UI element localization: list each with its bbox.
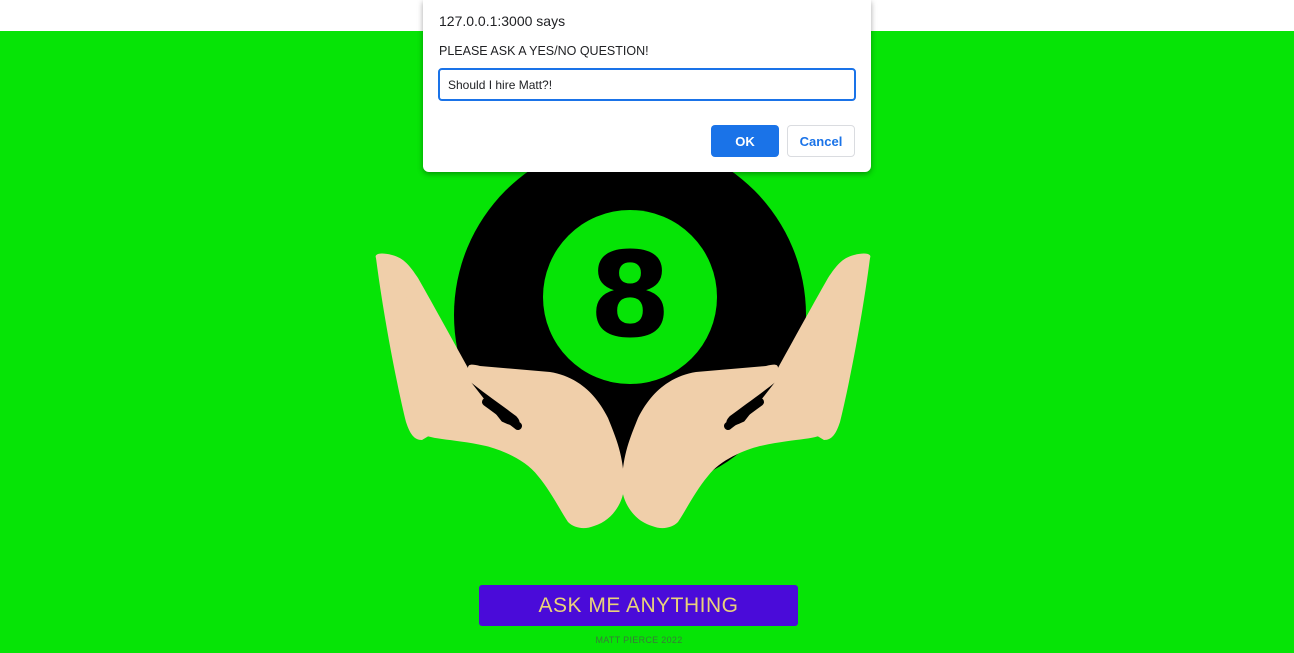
cancel-button[interactable]: Cancel — [787, 125, 855, 157]
ask-me-anything-button[interactable]: ASK ME ANYTHING — [479, 585, 798, 626]
magic-8-ball-illustration: 8 — [375, 150, 871, 529]
dialog-origin-title: 127.0.0.1:3000 says — [439, 13, 566, 29]
footer-credit: MATT PIERCE 2022 — [595, 635, 683, 645]
ok-button[interactable]: OK — [711, 125, 779, 157]
ball-number: 8 — [589, 226, 671, 364]
dialog-message: PLEASE ASK A YES/NO QUESTION! — [439, 44, 649, 58]
question-input[interactable] — [438, 68, 856, 101]
prompt-dialog: 127.0.0.1:3000 says PLEASE ASK A YES/NO … — [423, 0, 871, 172]
